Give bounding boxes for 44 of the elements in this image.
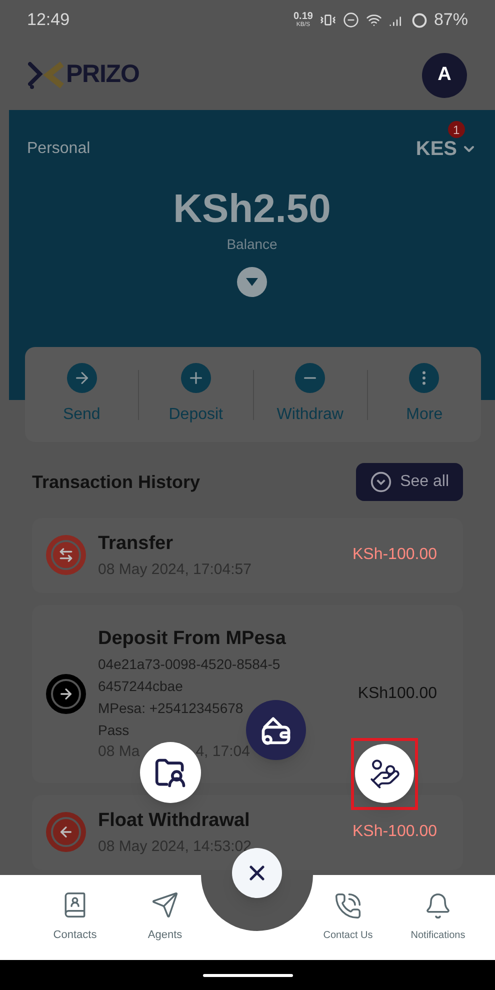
account-type: Personal [27,139,90,159]
phone-icon [334,892,362,920]
transaction-amount: KSh100.00 [358,684,437,704]
wifi-icon [366,12,382,28]
caret-icon [246,278,258,286]
balance-label: Balance [226,235,278,254]
transaction-detail: MPesa: +25412345678 [98,699,244,718]
notification-badge: 1 [448,121,465,138]
nav-tab[interactable]: Contacts [40,891,110,944]
logo-icon [28,60,64,90]
bell-icon [424,892,452,920]
transaction-icon [46,674,86,714]
paper-plane-icon [151,891,179,920]
withdraw-icon [295,362,326,392]
transaction-icon [46,812,86,852]
transaction-detail: 6457244cbae [98,677,183,696]
battery-icon [412,12,427,28]
transaction-title: Float Withdrawal [98,809,251,833]
chevron-circle-icon [370,471,392,493]
more-icon [409,362,440,392]
transaction-title: Transfer [98,532,174,556]
transaction-amount: KSh-100.00 [352,822,437,842]
nav-tab[interactable]: Agents [130,891,200,944]
section-title: Transaction History [32,470,200,494]
do-not-disturb-icon [342,12,359,28]
vibrate-icon [320,12,336,28]
balance-amount: KSh2.50 [173,186,331,233]
network-speed: 0.19 [294,12,313,22]
avatar[interactable]: A [422,52,467,98]
transaction-detail: 04e21a73-0098-4520-8584-5 [98,655,280,674]
logo-text: PRIZO [66,59,140,90]
transaction-icon [46,535,86,576]
money-hand-icon [368,758,400,790]
deposit-icon [180,362,211,392]
status-time: 12:49 [27,9,70,32]
transaction-title: Deposit From MPesa [98,626,287,650]
see-all-button[interactable]: See all [356,463,463,501]
nav-tab[interactable]: Notifications [403,892,473,943]
transaction-amount: KSh-100.00 [352,545,437,566]
send-icon [66,362,97,392]
transaction-detail: Pass [98,721,130,740]
expand-button[interactable] [237,267,267,297]
nav-tab[interactable]: Contact Us [313,892,383,943]
battery-level: 87% [434,9,468,32]
